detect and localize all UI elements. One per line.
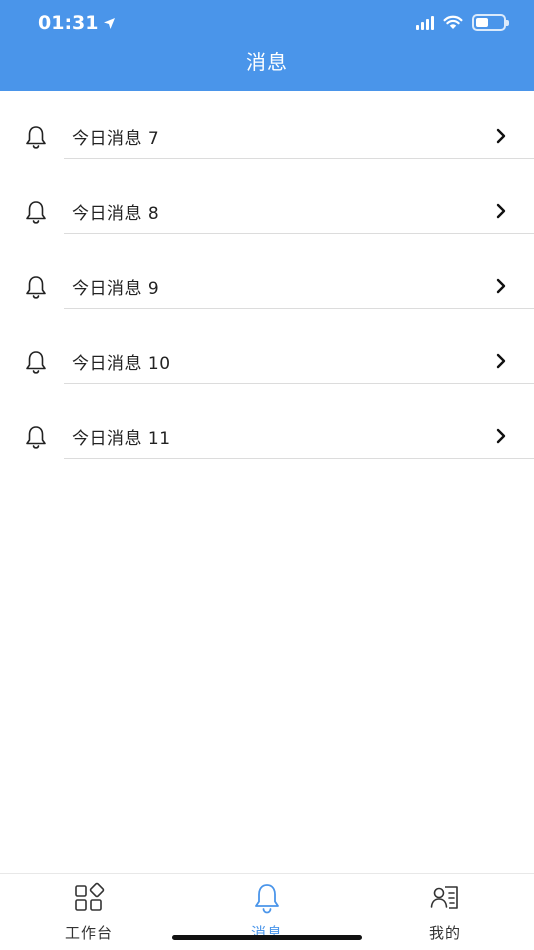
bell-icon <box>26 201 46 224</box>
bell-icon <box>26 426 46 449</box>
chevron-right-icon <box>496 353 506 369</box>
message-row-9[interactable]: 今日消息 9 <box>0 248 534 323</box>
chevron-right-icon <box>496 278 506 294</box>
message-row-11[interactable]: 今日消息 11 <box>0 398 534 473</box>
message-row-8[interactable]: 今日消息 8 <box>0 173 534 248</box>
workbench-icon <box>75 882 105 911</box>
row-separator <box>64 308 534 309</box>
message-label: 今日消息 9 <box>72 279 160 299</box>
status-time: 01:31 <box>38 12 99 34</box>
home-indicator <box>172 935 362 940</box>
message-label: 今日消息 8 <box>72 204 160 224</box>
message-row-7[interactable]: 今日消息 7 <box>0 98 534 173</box>
row-separator <box>64 158 534 159</box>
header: 01:31 消息 <box>0 0 534 91</box>
chevron-right-icon <box>496 128 506 144</box>
bell-icon <box>26 126 46 149</box>
page-title: 消息 <box>246 50 288 74</box>
tab-messages[interactable]: 消息 <box>207 882 327 943</box>
row-separator <box>64 458 534 459</box>
messages-screen: 01:31 消息 今日消息 7 今日消息 8 今日消息 9 今日消息 10 今日… <box>0 0 534 950</box>
tab-label: 我的 <box>428 924 461 942</box>
status-icons <box>416 14 509 31</box>
message-label: 今日消息 7 <box>72 129 160 149</box>
bell-icon <box>26 276 46 299</box>
row-separator <box>64 383 534 384</box>
message-list: 今日消息 7 今日消息 8 今日消息 9 今日消息 10 今日消息 11 <box>0 98 534 473</box>
message-label: 今日消息 11 <box>72 429 171 449</box>
row-separator <box>64 233 534 234</box>
location-arrow-icon <box>104 17 116 29</box>
chevron-right-icon <box>496 428 506 444</box>
status-time-group: 01:31 <box>38 12 116 34</box>
message-label: 今日消息 10 <box>72 354 171 374</box>
battery-icon <box>472 14 509 31</box>
message-row-10[interactable]: 今日消息 10 <box>0 323 534 398</box>
wifi-icon <box>443 15 463 29</box>
bell-icon <box>26 351 46 374</box>
tab-label: 工作台 <box>64 924 113 942</box>
tab-profile[interactable]: 我的 <box>385 882 505 943</box>
chevron-right-icon <box>496 203 506 219</box>
profile-card-icon <box>430 886 458 909</box>
bell-icon <box>255 884 279 914</box>
cellular-signal-icon <box>416 15 434 30</box>
tab-workbench[interactable]: 工作台 <box>29 882 149 943</box>
